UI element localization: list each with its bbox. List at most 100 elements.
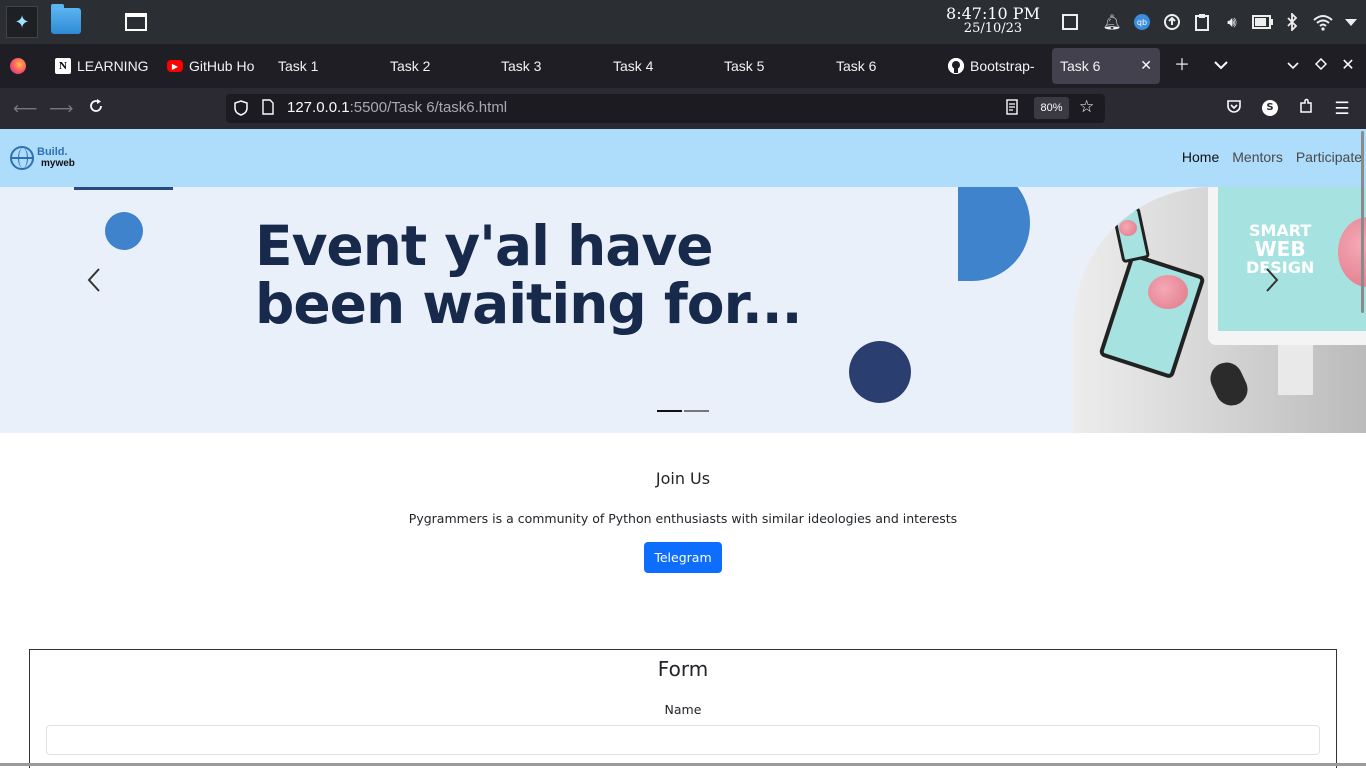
nav-link-home[interactable]: Home [1182, 149, 1219, 165]
tab-label: Task 6 [836, 58, 877, 74]
tab-bootstrap[interactable]: Bootstrap- [948, 48, 1040, 84]
tab-task-5[interactable]: Task 5 [724, 48, 814, 84]
join-title: Join Us [655, 469, 711, 488]
brand-line-1: Build. [37, 146, 68, 158]
app-launcher-icon[interactable]: ✦ [6, 6, 38, 38]
name-label: Name [664, 702, 702, 717]
zoom-level-button[interactable]: 80% [1034, 97, 1069, 119]
tab-label: Task 6 [1060, 58, 1101, 74]
notion-icon: N [55, 58, 71, 74]
updates-icon[interactable] [1162, 12, 1182, 32]
notifications-icon[interactable]: 🔔︎ [1102, 12, 1122, 32]
globe-icon [10, 146, 34, 170]
url-path: :5500/Task 6/task6.html [349, 99, 508, 116]
minimize-icon[interactable] [1283, 56, 1303, 76]
show-desktop-icon[interactable] [1060, 12, 1080, 32]
account-avatar[interactable]: S [1262, 100, 1278, 116]
url-text[interactable]: 127.0.0.1:5500/Task 6/task6.html [287, 99, 507, 116]
tab-label: Task 4 [613, 58, 654, 74]
url-host: 127.0.0.1 [287, 99, 350, 116]
maximize-icon[interactable] [1311, 56, 1331, 76]
bookmark-star-icon[interactable]: ☆ [1079, 97, 1094, 117]
browser-tab-strip: N LEARNING ▶ GitHub Ho Task 1 Task 2 Tas… [0, 44, 1366, 88]
clipboard-icon[interactable] [1192, 12, 1212, 32]
pocket-icon[interactable] [1223, 98, 1245, 120]
tab-label: Bootstrap- [970, 58, 1035, 74]
mouse-illustration [1205, 357, 1253, 411]
tab-label: GitHub Ho [189, 58, 255, 74]
clock-date: 25/10/23 [963, 21, 1023, 36]
site-nav-links: Home Mentors Participate [1169, 149, 1362, 165]
devices-illustration: SMART WEB DESIGN [1073, 187, 1366, 433]
firefox-icon [10, 58, 26, 74]
site-navbar: Build. myweb Home Mentors Participate [0, 129, 1366, 187]
decorative-bar [74, 187, 173, 190]
name-input[interactable] [46, 725, 1320, 755]
tab-learning[interactable]: N LEARNING [55, 48, 155, 84]
back-button[interactable]: ⟵ [13, 98, 37, 120]
tab-task-2[interactable]: Task 2 [390, 48, 480, 84]
extensions-icon[interactable] [1295, 98, 1317, 120]
tab-label: Task 1 [278, 58, 319, 74]
tab-label: LEARNING [77, 58, 149, 74]
reload-button[interactable] [85, 98, 107, 120]
battery-icon[interactable] [1252, 12, 1274, 32]
firefox-menu-button[interactable] [10, 48, 32, 84]
github-icon [948, 58, 964, 74]
page-info-icon[interactable] [262, 99, 274, 118]
tab-github-home[interactable]: ▶ GitHub Ho [167, 48, 259, 84]
tab-label: Task 3 [501, 58, 542, 74]
svg-text:qb: qb [1137, 18, 1147, 27]
web-page: Build. myweb Home Mentors Participate Ev… [0, 129, 1366, 768]
shield-icon[interactable] [234, 100, 248, 119]
form-title: Form [657, 657, 709, 681]
tab-label: Task 2 [390, 58, 431, 74]
carousel-indicator-1[interactable] [657, 410, 682, 412]
tab-task-3[interactable]: Task 3 [501, 48, 591, 84]
os-taskbar: ✦ 8:47:10 PM 25/10/23 🔔︎ qb 🔊︎ [0, 0, 1366, 44]
join-description: Pygrammers is a community of Python enth… [408, 511, 958, 526]
nav-link-mentors[interactable]: Mentors [1232, 149, 1283, 165]
tab-task-6[interactable]: Task 6 [836, 48, 926, 84]
form-section: Form Name [29, 649, 1337, 768]
new-tab-button[interactable]: ＋ [1172, 56, 1192, 76]
volume-icon[interactable]: 🔊︎ [1222, 12, 1242, 32]
site-logo[interactable]: Build. myweb [10, 143, 75, 173]
tablet-illustration [1098, 252, 1206, 380]
chevron-down-icon[interactable] [1211, 56, 1231, 76]
window-switcher-icon[interactable] [125, 13, 147, 31]
decorative-circle [105, 212, 143, 250]
carousel-next-button[interactable] [1257, 267, 1287, 297]
decorative-circle-dark [849, 341, 911, 403]
close-tab-icon[interactable]: ✕ [1140, 57, 1152, 74]
brand-line-2: myweb [41, 158, 75, 169]
address-bar[interactable]: 127.0.0.1:5500/Task 6/task6.html 80% ☆ [226, 94, 1105, 123]
bluetooth-icon[interactable] [1282, 12, 1302, 32]
nav-link-participate[interactable]: Participate [1296, 149, 1362, 165]
system-clock[interactable]: 8:47:10 PM 25/10/23 [938, 4, 1048, 37]
horizontal-scrollbar[interactable] [0, 763, 1366, 766]
telegram-button[interactable]: Telegram [644, 542, 722, 573]
youtube-icon: ▶ [167, 60, 183, 72]
tab-task-1[interactable]: Task 1 [278, 48, 368, 84]
qbittorrent-tray-icon[interactable]: qb [1132, 12, 1152, 32]
vertical-scrollbar[interactable] [1361, 131, 1364, 313]
reader-view-icon[interactable] [1006, 99, 1018, 118]
tab-task-6-active[interactable]: Task 6 ✕ [1052, 48, 1160, 84]
clock-time: 8:47:10 PM [946, 4, 1040, 23]
headline-line-2: been waiting for... [255, 272, 803, 336]
wifi-icon[interactable] [1312, 12, 1334, 32]
tab-label: Task 5 [724, 58, 765, 74]
close-window-icon[interactable]: ✕ [1338, 56, 1358, 76]
file-manager-icon[interactable] [51, 4, 81, 34]
headline-line-1: Event y'al have [255, 214, 714, 278]
tab-task-4[interactable]: Task 4 [613, 48, 703, 84]
carousel-prev-button[interactable] [79, 267, 109, 297]
menu-icon[interactable]: ☰ [1331, 98, 1353, 120]
forward-button[interactable]: ⟶ [49, 98, 73, 120]
carousel-headline: Event y'al have been waiting for... [255, 217, 955, 333]
carousel-indicator-2[interactable] [684, 410, 709, 412]
hero-carousel: Event y'al have been waiting for... SMAR… [0, 187, 1366, 433]
decorative-half-circle [958, 187, 1030, 281]
tray-expand-icon[interactable] [1342, 12, 1360, 32]
